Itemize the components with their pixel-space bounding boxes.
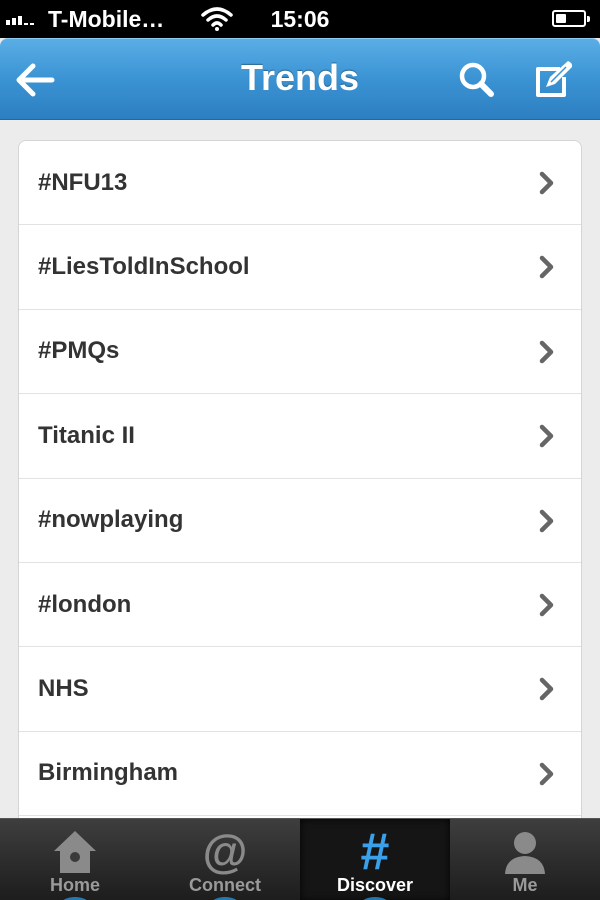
tab-home[interactable]: Home <box>0 819 150 900</box>
trend-row[interactable]: Birmingham <box>19 732 581 817</box>
trend-label: #NFU13 <box>38 168 128 196</box>
trend-row[interactable]: #NFU13 <box>19 141 581 226</box>
trend-label: #PMQs <box>38 337 120 365</box>
battery-level <box>556 14 567 23</box>
navigation-bar: Trends <box>0 38 600 120</box>
trend-row[interactable]: Titanic II <box>19 394 581 479</box>
chevron-right-icon <box>539 678 554 701</box>
battery-icon <box>552 10 590 27</box>
hashtag-icon: # <box>361 827 390 875</box>
compose-button[interactable] <box>530 57 576 103</box>
tab-label: Connect <box>189 875 261 895</box>
trends-list: #NFU13 #LiesToldInSchool #PMQs Titanic II #n… <box>18 140 582 860</box>
chevron-right-icon <box>539 424 554 448</box>
page-title: Trends <box>240 57 360 98</box>
trend-row[interactable]: NHS <box>19 647 581 732</box>
signal-strength-icon <box>6 13 34 25</box>
search-button[interactable] <box>454 57 500 103</box>
trend-row[interactable]: #london <box>19 563 581 648</box>
tab-discover[interactable]: # Discover <box>300 819 450 900</box>
wifi-icon <box>201 7 233 31</box>
tab-connect[interactable]: @ Connect <box>150 819 300 900</box>
trend-label: #nowplaying <box>38 506 184 534</box>
compose-icon <box>536 61 573 97</box>
svg-text:#: # <box>361 827 390 875</box>
trend-label: Birmingham <box>38 759 179 787</box>
search-icon <box>459 62 494 97</box>
chevron-right-icon <box>539 256 554 279</box>
chevron-right-icon <box>539 509 554 532</box>
trend-label: #LiesToldInSchool <box>38 253 250 281</box>
tab-label: Me <box>512 875 538 895</box>
chevron-right-icon <box>539 340 554 364</box>
trend-row[interactable]: #LiesToldInSchool <box>19 225 581 310</box>
status-bar: T-Mobile… 15:06 <box>0 0 600 38</box>
svg-text:@: @ <box>203 827 248 875</box>
trend-label: NHS <box>38 675 89 703</box>
chevron-right-icon <box>539 762 554 785</box>
carrier-name: T-Mobile… <box>48 6 165 32</box>
person-icon <box>505 832 545 874</box>
trend-row[interactable]: #PMQs <box>19 310 581 395</box>
trend-label: Titanic II <box>38 421 135 449</box>
chevron-right-icon <box>539 171 554 195</box>
trend-row[interactable]: #nowplaying <box>19 479 581 563</box>
tab-me[interactable]: Me <box>450 819 600 900</box>
tab-label: Discover <box>336 875 414 895</box>
trend-label: #london <box>38 590 132 618</box>
tab-bar: Home @ Connect # Discover Me <box>0 818 600 900</box>
chevron-right-icon <box>539 593 554 617</box>
at-icon: @ <box>203 827 248 875</box>
tab-label: Home <box>49 875 100 895</box>
home-icon <box>54 831 96 873</box>
